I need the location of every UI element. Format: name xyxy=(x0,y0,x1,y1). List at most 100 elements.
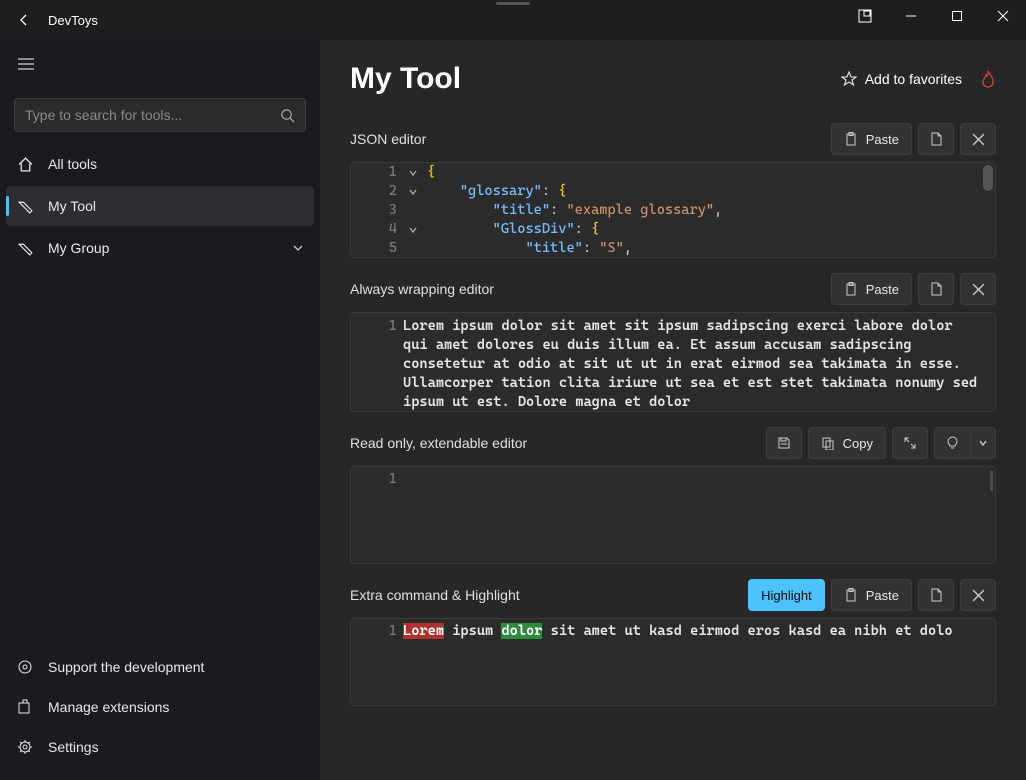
titlebar: DevToys xyxy=(0,0,1026,40)
nav-item-my-group[interactable]: My Group xyxy=(6,228,314,268)
editor-row: 1{ xyxy=(351,163,995,182)
chevron-down-icon xyxy=(292,242,304,254)
section-wrap-editor: Always wrapping editor Paste 1 Lore xyxy=(350,272,996,412)
home-icon xyxy=(16,156,34,173)
file-icon xyxy=(929,588,943,602)
footer-settings[interactable]: Settings xyxy=(6,728,314,766)
app-title: DevToys xyxy=(48,13,98,28)
footer-label: Settings xyxy=(48,739,99,755)
star-icon xyxy=(841,71,857,87)
nav-item-all-tools[interactable]: All tools xyxy=(6,144,314,184)
footer-label: Manage extensions xyxy=(48,699,169,715)
x-icon xyxy=(972,589,985,602)
nav-item-label: All tools xyxy=(48,156,97,172)
wrap-editor[interactable]: 1 Lorem ipsum dolor sit amet sit ipsum s… xyxy=(350,312,996,412)
fire-icon[interactable] xyxy=(980,70,996,88)
nav-item-my-tool[interactable]: My Tool xyxy=(6,186,314,226)
nav-item-label: My Group xyxy=(48,240,109,256)
section-title: Always wrapping editor xyxy=(350,281,494,297)
page-title: My Tool xyxy=(350,62,461,96)
open-file-button[interactable] xyxy=(918,273,954,305)
close-button[interactable] xyxy=(980,0,1026,32)
expand-icon xyxy=(903,436,917,450)
minimize-button[interactable] xyxy=(888,0,934,32)
lightbulb-icon xyxy=(946,436,959,450)
x-icon xyxy=(972,133,985,146)
editor-row: 3 "title": "example glossary", xyxy=(351,201,995,220)
file-icon xyxy=(929,132,943,146)
gutter: 1 xyxy=(351,317,403,407)
json-editor[interactable]: 1{2 "glossary": {3 "title": "example glo… xyxy=(350,162,996,258)
clipboard-icon xyxy=(844,588,858,602)
copy-button[interactable]: Copy xyxy=(808,427,886,459)
search-input-container[interactable] xyxy=(14,98,306,132)
editor-row: 2 "glossary": { xyxy=(351,182,995,201)
sidebar: All tools My Tool My Group xyxy=(0,40,320,780)
x-icon xyxy=(972,283,985,296)
bulb-dropdown[interactable] xyxy=(970,427,996,459)
editor-row: 4 "GlossDiv": { xyxy=(351,220,995,239)
section-title: JSON editor xyxy=(350,131,426,147)
hamburger-button[interactable] xyxy=(6,46,46,82)
editor-row: 5 "title": "S", xyxy=(351,239,995,258)
save-button[interactable] xyxy=(766,427,802,459)
footer-extensions[interactable]: Manage extensions xyxy=(6,688,314,726)
paste-button[interactable]: Paste xyxy=(831,123,912,155)
open-file-button[interactable] xyxy=(918,123,954,155)
hamburger-icon xyxy=(18,58,34,70)
highlight-editor[interactable]: 1 Lorem ipsum dolor sit amet ut kasd eir… xyxy=(350,618,996,706)
target-icon xyxy=(16,659,34,675)
gutter: 1 xyxy=(351,471,403,559)
window-drag-handle[interactable] xyxy=(493,0,533,6)
maximize-icon xyxy=(951,10,963,22)
nav-list: All tools My Tool My Group xyxy=(0,142,320,270)
clear-button[interactable] xyxy=(960,579,996,611)
compact-overlay-icon xyxy=(858,9,872,23)
editor-text: Lorem ipsum dolor sit amet sit ipsum sad… xyxy=(403,317,995,407)
search-icon xyxy=(280,108,295,123)
section-title: Read only, extendable editor xyxy=(350,435,527,451)
main-content: My Tool Add to favorites JSON editor Pas… xyxy=(320,40,1026,780)
gutter: 1 xyxy=(351,623,403,701)
clipboard-icon xyxy=(844,282,858,296)
sidebar-footer: Support the development Manage extension… xyxy=(0,646,320,774)
puzzle-icon xyxy=(16,699,34,715)
readonly-editor[interactable]: 1 xyxy=(350,466,996,564)
highlight-button[interactable]: Highlight xyxy=(748,579,825,611)
paste-button[interactable]: Paste xyxy=(831,579,912,611)
search-input[interactable] xyxy=(25,107,280,123)
favorite-label: Add to favorites xyxy=(865,71,962,87)
tool-icon xyxy=(16,198,34,215)
section-highlight-editor: Extra command & Highlight Highlight Past… xyxy=(350,578,996,706)
group-icon xyxy=(16,240,34,257)
clear-button[interactable] xyxy=(960,123,996,155)
clear-button[interactable] xyxy=(960,273,996,305)
gear-icon xyxy=(16,739,34,755)
nav-item-label: My Tool xyxy=(48,198,96,214)
chevron-down-icon xyxy=(978,438,988,448)
open-file-button[interactable] xyxy=(918,579,954,611)
maximize-button[interactable] xyxy=(934,0,980,32)
copy-icon xyxy=(821,436,835,450)
section-title: Extra command & Highlight xyxy=(350,587,520,603)
save-icon xyxy=(777,436,791,450)
arrow-left-icon xyxy=(16,12,32,28)
scrollbar[interactable] xyxy=(983,165,993,191)
bulb-button[interactable] xyxy=(934,427,970,459)
close-icon xyxy=(997,10,1009,22)
section-json-editor: JSON editor Paste 1{2 "glossary": xyxy=(350,122,996,258)
expand-button[interactable] xyxy=(892,427,928,459)
footer-support[interactable]: Support the development xyxy=(6,648,314,686)
compact-overlay-button[interactable] xyxy=(842,0,888,32)
window-controls xyxy=(842,0,1026,40)
back-button[interactable] xyxy=(8,4,40,36)
clipboard-icon xyxy=(844,132,858,146)
page-header: My Tool Add to favorites xyxy=(350,62,996,96)
minimize-icon xyxy=(905,10,917,22)
editor-text: Lorem ipsum dolor sit amet ut kasd eirmo… xyxy=(403,623,953,701)
section-readonly-editor: Read only, extendable editor Copy xyxy=(350,426,996,564)
add-to-favorites-button[interactable]: Add to favorites xyxy=(841,71,962,87)
paste-button[interactable]: Paste xyxy=(831,273,912,305)
file-icon xyxy=(929,282,943,296)
footer-label: Support the development xyxy=(48,659,204,675)
